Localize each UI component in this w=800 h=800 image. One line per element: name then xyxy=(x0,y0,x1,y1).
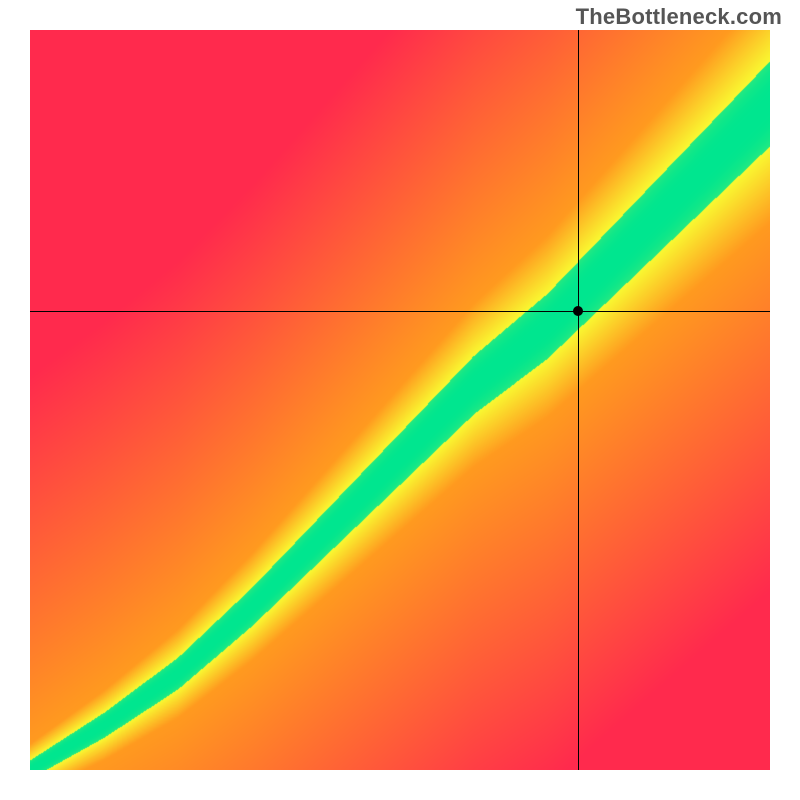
attribution-label: TheBottleneck.com xyxy=(576,4,782,30)
heatmap-plot xyxy=(30,30,770,770)
heatmap-canvas xyxy=(30,30,770,770)
chart-container: TheBottleneck.com xyxy=(0,0,800,800)
